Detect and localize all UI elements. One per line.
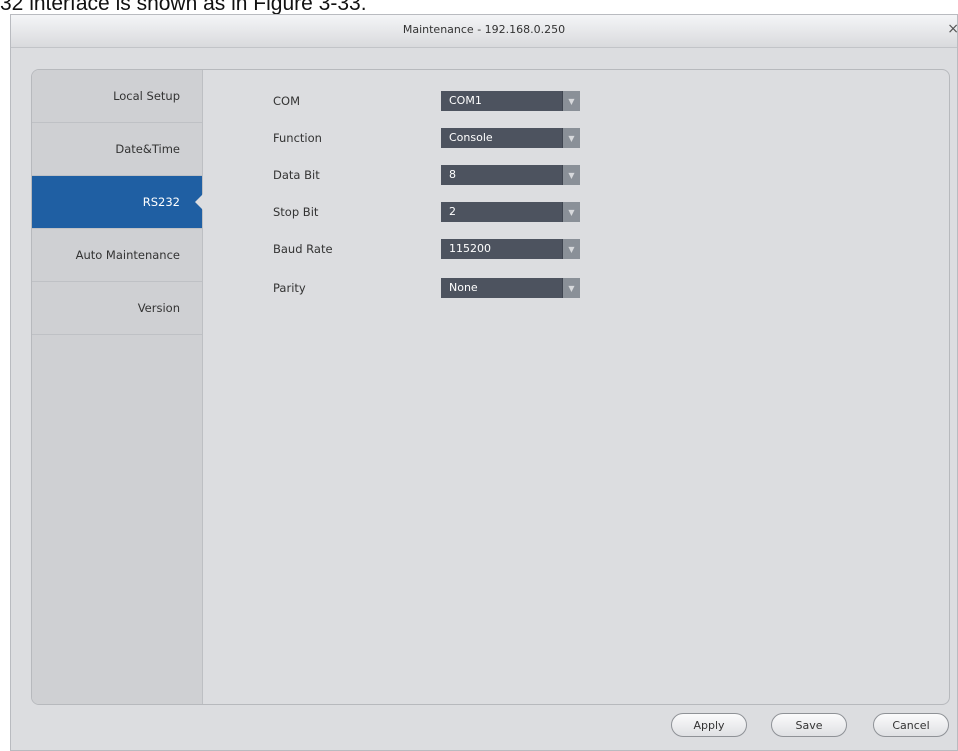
stop-bit-label: Stop Bit — [273, 205, 319, 219]
content-panel: Local Setup Date&Time RS232 Auto Mainten… — [31, 69, 950, 705]
chevron-down-icon[interactable]: ▼ — [562, 91, 580, 111]
data-bit-label: Data Bit — [273, 168, 320, 182]
apply-button[interactable]: Apply — [671, 713, 747, 737]
data-bit-value: 8 — [449, 168, 456, 181]
sidebar-item-version[interactable]: Version — [32, 282, 202, 335]
parity-select[interactable]: None ▼ — [441, 278, 580, 298]
maintenance-dialog: Maintenance - 192.168.0.250 × Local Setu… — [10, 14, 958, 751]
window-title: Maintenance - 192.168.0.250 — [402, 23, 566, 36]
document-caption: 32 interface is shown as in Figure 3-33. — [0, 0, 367, 15]
cancel-button[interactable]: Cancel — [873, 713, 949, 737]
chevron-down-icon[interactable]: ▼ — [562, 278, 580, 298]
chevron-down-icon[interactable]: ▼ — [562, 202, 580, 222]
sidebar-item-date-time[interactable]: Date&Time — [32, 123, 202, 176]
chevron-down-icon[interactable]: ▼ — [562, 239, 580, 259]
function-label: Function — [273, 131, 322, 145]
parity-label: Parity — [273, 281, 306, 295]
stop-bit-select[interactable]: 2 ▼ — [441, 202, 580, 222]
baud-rate-value: 115200 — [449, 242, 491, 255]
stop-bit-value: 2 — [449, 205, 456, 218]
function-select[interactable]: Console ▼ — [441, 128, 580, 148]
sidebar-item-label: Date&Time — [115, 142, 180, 156]
function-value: Console — [449, 131, 493, 144]
baud-rate-select[interactable]: 115200 ▼ — [441, 239, 580, 259]
chevron-down-icon[interactable]: ▼ — [562, 165, 580, 185]
com-select[interactable]: COM1 ▼ — [441, 91, 580, 111]
com-label: COM — [273, 94, 301, 108]
com-value: COM1 — [449, 94, 482, 107]
baud-rate-label: Baud Rate — [273, 242, 333, 256]
parity-value: None — [449, 281, 478, 294]
data-bit-select[interactable]: 8 ▼ — [441, 165, 580, 185]
sidebar: Local Setup Date&Time RS232 Auto Mainten… — [32, 70, 203, 704]
chevron-down-icon[interactable]: ▼ — [562, 128, 580, 148]
sidebar-item-rs232[interactable]: RS232 — [32, 176, 203, 229]
sidebar-item-local-setup[interactable]: Local Setup — [32, 70, 202, 123]
sidebar-item-label: RS232 — [142, 195, 180, 209]
close-icon[interactable]: × — [947, 21, 958, 37]
sidebar-item-label: Local Setup — [113, 89, 180, 103]
save-button[interactable]: Save — [771, 713, 847, 737]
sidebar-item-auto-maintenance[interactable]: Auto Maintenance — [32, 229, 202, 282]
sidebar-item-label: Version — [137, 301, 180, 315]
sidebar-item-label: Auto Maintenance — [75, 248, 180, 262]
title-bar: Maintenance - 192.168.0.250 × — [11, 15, 958, 48]
